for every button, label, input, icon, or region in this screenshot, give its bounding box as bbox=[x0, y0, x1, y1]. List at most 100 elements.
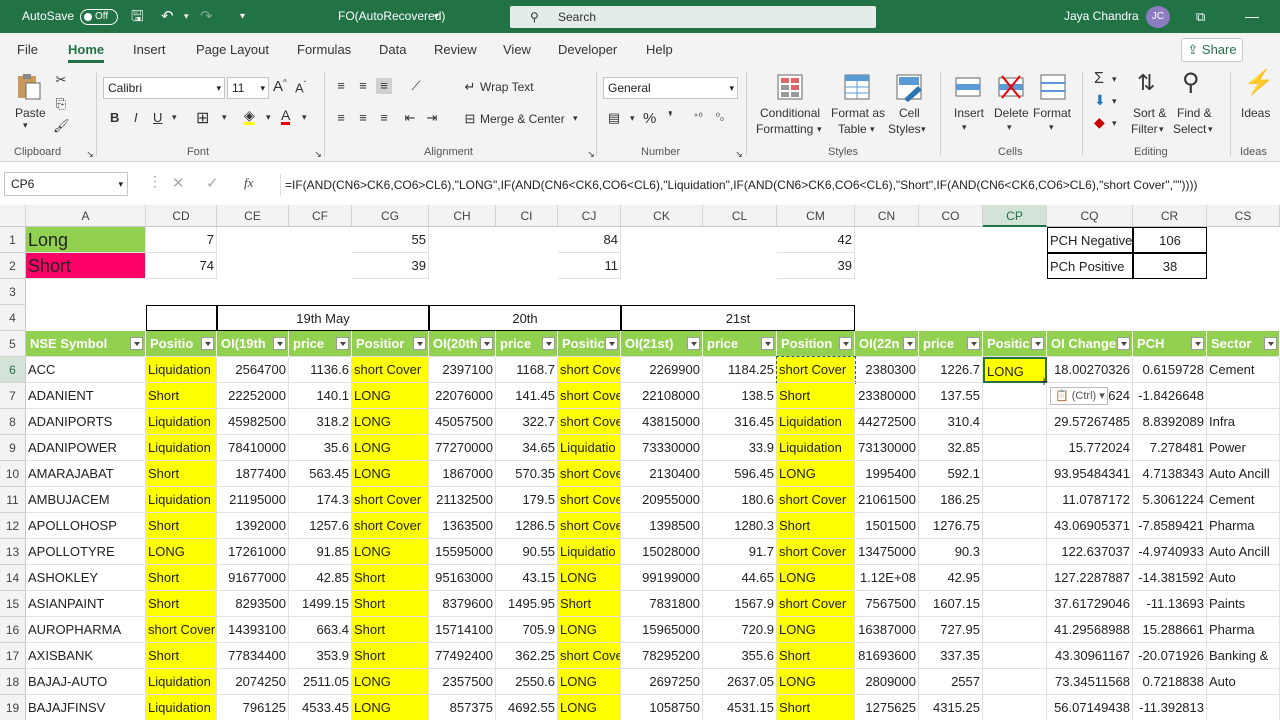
row-header-3[interactable]: 3 bbox=[0, 279, 26, 305]
table-cell[interactable]: 2074250 bbox=[217, 669, 289, 695]
table-cell[interactable]: 137.55 bbox=[919, 383, 983, 409]
table-header-cg[interactable]: Positior bbox=[352, 331, 429, 357]
table-cell[interactable]: 15965000 bbox=[621, 617, 703, 643]
merge-center-button[interactable]: Merge & Center bbox=[480, 112, 565, 126]
table-cell[interactable]: LONG bbox=[352, 695, 429, 720]
formula-input[interactable]: =IF(AND(CN6>CK6,CO6>CL6),"LONG",IF(AND(C… bbox=[280, 174, 1280, 196]
table-cell[interactable]: LONG bbox=[352, 669, 429, 695]
table-cell[interactable]: 56.07149438 bbox=[1047, 695, 1133, 720]
format-as-table-icon[interactable] bbox=[842, 72, 872, 102]
table-cell[interactable]: 44.65 bbox=[703, 565, 777, 591]
table-cell[interactable]: short Cove bbox=[558, 487, 621, 513]
table-cell[interactable]: 43815000 bbox=[621, 409, 703, 435]
fill-color-icon[interactable]: ◈ bbox=[244, 108, 255, 125]
table-cell[interactable]: 8293500 bbox=[217, 591, 289, 617]
table-cell[interactable]: 37.61729046 bbox=[1047, 591, 1133, 617]
row-header-4[interactable]: 4 bbox=[0, 305, 26, 331]
table-cell[interactable]: 21061500 bbox=[855, 487, 919, 513]
table-cell[interactable]: APOLLOTYRE bbox=[26, 539, 146, 565]
customize-toolbar-icon[interactable]: ▾ bbox=[240, 0, 245, 33]
column-header-cq[interactable]: CQ bbox=[1047, 205, 1133, 227]
table-cell[interactable]: 4315.25 bbox=[919, 695, 983, 720]
cell-styles-icon[interactable] bbox=[894, 72, 924, 102]
find-select-label-2[interactable]: Select bbox=[1173, 122, 1206, 136]
table-cell[interactable]: Short bbox=[777, 695, 855, 720]
table-cell[interactable]: 2557 bbox=[919, 669, 983, 695]
table-cell[interactable]: 663.4 bbox=[289, 617, 352, 643]
borders-icon[interactable]: ⊞ bbox=[196, 108, 209, 128]
table-cell[interactable]: 22076000 bbox=[429, 383, 496, 409]
table-cell[interactable]: 705.9 bbox=[496, 617, 558, 643]
table-cell[interactable]: 310.4 bbox=[919, 409, 983, 435]
date-header-19th-may[interactable]: 19th May bbox=[217, 305, 429, 331]
clear-icon[interactable]: ◆ bbox=[1094, 114, 1105, 131]
format-cells-label[interactable]: Format bbox=[1033, 106, 1071, 120]
table-cell[interactable]: Short bbox=[146, 565, 217, 591]
table-cell[interactable]: 7.278481 bbox=[1133, 435, 1207, 461]
table-cell[interactable]: 15028000 bbox=[621, 539, 703, 565]
table-cell[interactable] bbox=[983, 617, 1047, 643]
delete-cells-label[interactable]: Delete bbox=[994, 106, 1029, 120]
table-header-cn[interactable]: OI(22n bbox=[855, 331, 919, 357]
row-header-7[interactable]: 7 bbox=[0, 383, 26, 409]
long-count-cd[interactable]: 7 bbox=[146, 227, 217, 253]
table-cell[interactable]: 4.7138343 bbox=[1133, 461, 1207, 487]
name-box[interactable]: CP6 ▾ bbox=[4, 172, 128, 196]
table-cell[interactable]: short Cover bbox=[146, 617, 217, 643]
align-bottom-icon[interactable]: ≡ bbox=[376, 78, 392, 94]
table-cell[interactable]: 1877400 bbox=[217, 461, 289, 487]
table-cell[interactable] bbox=[983, 669, 1047, 695]
table-cell[interactable]: 596.45 bbox=[703, 461, 777, 487]
underline-dropdown-icon[interactable]: ▾ bbox=[172, 112, 177, 123]
table-cell[interactable]: -20.071926 bbox=[1133, 643, 1207, 669]
font-color-dropdown-icon[interactable]: ▾ bbox=[302, 112, 307, 123]
table-header-cf[interactable]: price bbox=[289, 331, 352, 357]
table-cell[interactable]: Short bbox=[146, 591, 217, 617]
column-header-cl[interactable]: CL bbox=[703, 205, 777, 227]
table-cell[interactable]: Short bbox=[558, 591, 621, 617]
short-count-cj[interactable]: 11 bbox=[558, 253, 621, 279]
table-cell[interactable]: short Cover bbox=[777, 591, 855, 617]
table-cell[interactable]: 316.45 bbox=[703, 409, 777, 435]
table-cell[interactable]: 2550.6 bbox=[496, 669, 558, 695]
table-cell[interactable]: Short bbox=[146, 383, 217, 409]
table-cell[interactable]: 42.95 bbox=[919, 565, 983, 591]
table-cell[interactable]: ADANIPOWER bbox=[26, 435, 146, 461]
table-cell[interactable]: 2269900 bbox=[621, 357, 703, 383]
short-count-cm[interactable]: 39 bbox=[777, 253, 855, 279]
table-header-ce[interactable]: OI(19th bbox=[217, 331, 289, 357]
font-size-select[interactable]: 11 ▾ bbox=[227, 77, 269, 99]
italic-button[interactable]: I bbox=[134, 110, 138, 125]
table-cell[interactable] bbox=[1207, 383, 1280, 409]
table-cell[interactable]: 20955000 bbox=[621, 487, 703, 513]
table-cell[interactable]: 2564700 bbox=[217, 357, 289, 383]
table-cell[interactable]: 4692.55 bbox=[496, 695, 558, 720]
table-cell[interactable]: Short bbox=[777, 513, 855, 539]
fill-color-dropdown-icon[interactable]: ▾ bbox=[266, 112, 271, 123]
format-as-table-dropdown-icon[interactable]: ▾ bbox=[870, 124, 875, 135]
table-cell[interactable]: Liquidation bbox=[146, 357, 217, 383]
table-header-ck[interactable]: OI(21st) bbox=[621, 331, 703, 357]
table-cell[interactable]: short Cove bbox=[558, 383, 621, 409]
table-cell[interactable]: ADANIENT bbox=[26, 383, 146, 409]
row-header-9[interactable]: 9 bbox=[0, 435, 26, 461]
table-cell[interactable]: 186.25 bbox=[919, 487, 983, 513]
format-painter-icon[interactable]: 🖌 bbox=[53, 118, 70, 134]
tab-page-layout[interactable]: Page Layout bbox=[196, 33, 269, 66]
insert-function-icon[interactable]: fx bbox=[244, 175, 253, 191]
table-cell[interactable]: short Cover bbox=[352, 487, 429, 513]
table-cell[interactable]: 563.45 bbox=[289, 461, 352, 487]
table-cell[interactable]: Short bbox=[352, 565, 429, 591]
filter-dropdown-icon[interactable] bbox=[839, 337, 852, 350]
fill-icon[interactable]: ⬇ bbox=[1094, 92, 1106, 109]
pch-negative-label[interactable]: PCH Negative bbox=[1047, 227, 1133, 253]
insert-cells-label[interactable]: Insert bbox=[954, 106, 984, 120]
table-cell[interactable]: 322.7 bbox=[496, 409, 558, 435]
autosave-toggle[interactable]: Off bbox=[80, 9, 118, 25]
tab-review[interactable]: Review bbox=[434, 33, 477, 66]
table-cell[interactable]: 318.2 bbox=[289, 409, 352, 435]
table-cell[interactable]: ASIANPAINT bbox=[26, 591, 146, 617]
filter-dropdown-icon[interactable] bbox=[1264, 337, 1277, 350]
table-cell[interactable]: Banking & bbox=[1207, 643, 1280, 669]
table-cell[interactable]: 122.637037 bbox=[1047, 539, 1133, 565]
